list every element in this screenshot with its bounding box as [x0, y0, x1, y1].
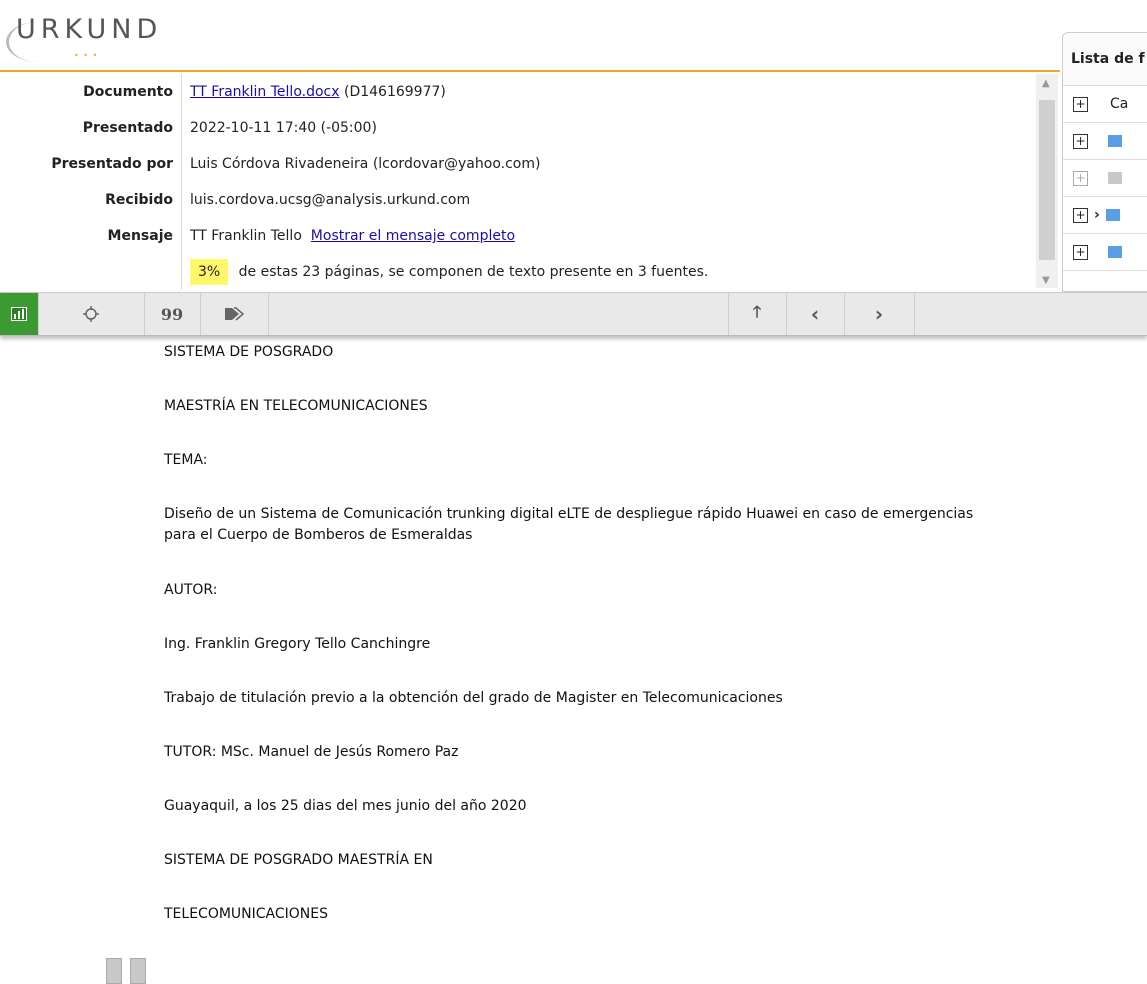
info-row-summary: 3% de estas 23 páginas, se componen de t… — [0, 254, 1036, 290]
info-row-submitted: Presentado 2022-10-11 17:40 (-05:00) — [0, 110, 1036, 146]
chevron-right-icon: › — [1094, 207, 1100, 223]
info-row-received: Recibido luis.cordova.ucsg@analysis.urku… — [0, 182, 1036, 218]
quote-icon-button[interactable]: 99 — [144, 293, 201, 335]
document-link[interactable]: TT Franklin Tello.docx — [190, 84, 340, 100]
info-value: Luis Córdova Rivadeneira (lcordovar@yaho… — [190, 156, 541, 172]
match-marker[interactable] — [130, 958, 146, 984]
info-scrollbar[interactable]: ▲ ▼ — [1036, 74, 1058, 288]
doc-paragraph: SISTEMA DE POSGRADO MAESTRÍA EN — [164, 852, 433, 868]
info-value: TT Franklin Tello.docx (D146169977) — [182, 84, 446, 100]
chevron-right-icon: › — [874, 302, 884, 326]
info-value: 2022-10-11 17:40 (-05:00) — [190, 120, 377, 136]
source-row[interactable]: + › — [1063, 197, 1147, 234]
doc-paragraph: Ing. Franklin Gregory Tello Canchingre — [164, 636, 431, 652]
logo: URKUND — [16, 14, 163, 45]
source-list-title: Lista de f — [1063, 33, 1147, 86]
info-label: Presentado — [0, 110, 182, 146]
message-text: TT Franklin Tello — [190, 228, 302, 244]
source-header-row: + Ca — [1063, 86, 1147, 123]
info-row-submitted-by: Presentado por Luis Córdova Rivadeneira … — [0, 146, 1036, 182]
expand-icon[interactable]: + — [1073, 133, 1088, 149]
info-row-document: Documento TT Franklin Tello.docx (D14616… — [0, 74, 1036, 110]
target-icon-button[interactable] — [38, 293, 145, 335]
doc-paragraph: MAESTRÍA EN TELECOMUNICACIONES — [164, 398, 428, 414]
doc-paragraph: Diseño de un Sistema de Comunicación tru… — [164, 506, 974, 543]
doc-paragraph: SISTEMA DE POSGRADO — [164, 344, 334, 360]
doc-paragraph: TUTOR: MSc. Manuel de Jesús Romero Paz — [164, 744, 459, 760]
arrow-up-icon: 🡑 — [752, 301, 762, 321]
header: URKUND • • • — [0, 0, 1060, 72]
match-marker[interactable] — [106, 958, 122, 984]
doc-paragraph: Trabajo de titulación previo a la obtenc… — [164, 690, 783, 706]
expand-icon[interactable]: + — [1073, 170, 1088, 186]
doc-paragraph: TEMA: — [164, 452, 208, 468]
expand-all-icon[interactable]: + — [1073, 96, 1088, 112]
doc-paragraph: Guayaquil, a los 25 dias del mes junio d… — [164, 798, 527, 814]
info-label: Presentado por — [0, 146, 182, 182]
info-value: TT Franklin Tello Mostrar el mensaje com… — [182, 228, 515, 244]
chart-icon-button[interactable] — [0, 293, 39, 335]
scroll-down-arrow-icon[interactable]: ▼ — [1042, 275, 1050, 286]
similarity-summary: de estas 23 páginas, se componen de text… — [238, 264, 709, 280]
logo-dots: • • • — [74, 51, 99, 60]
previous-button[interactable]: ‹ — [786, 293, 845, 335]
toolbar: 99 🡑 ‹ › — [0, 292, 1147, 336]
target-icon — [83, 306, 99, 322]
expand-icon[interactable]: + — [1073, 207, 1088, 223]
arrow-up-button[interactable]: 🡑 — [728, 293, 787, 335]
source-color-bar — [1108, 246, 1122, 258]
toolbar-spacer — [268, 293, 729, 335]
expand-icon[interactable]: + — [1073, 244, 1088, 260]
doc-paragraph: AUTOR: — [164, 582, 218, 598]
document-viewer: SISTEMA DE POSGRADO MAESTRÍA EN TELECOMU… — [0, 336, 1147, 984]
info-label-empty — [0, 254, 182, 290]
quote-icon: 99 — [160, 304, 184, 324]
scrollbar-thumb[interactable] — [1039, 100, 1055, 260]
doc-paragraph: TELECOMUNICACIONES — [164, 906, 329, 922]
chevron-left-icon: ‹ — [810, 302, 820, 326]
source-column-header: Ca — [1110, 96, 1129, 112]
info-value: 3% de estas 23 páginas, se componen de t… — [182, 259, 709, 285]
info-value: luis.cordova.ucsg@analysis.urkund.com — [190, 192, 471, 208]
next-button[interactable]: › — [844, 293, 915, 335]
chart-icon — [11, 307, 27, 321]
similarity-percentage: 3% — [190, 259, 229, 285]
show-full-message-link[interactable]: Mostrar el mensaje completo — [311, 228, 515, 244]
source-row[interactable]: + — [1063, 160, 1147, 197]
source-color-bar — [1108, 172, 1122, 184]
scroll-up-arrow-icon[interactable]: ▲ — [1042, 78, 1050, 89]
source-row[interactable]: + — [1063, 123, 1147, 160]
source-color-bar — [1105, 209, 1120, 221]
tags-icon — [225, 307, 244, 321]
document-id: (D146169977) — [343, 84, 446, 100]
source-color-bar — [1108, 135, 1122, 147]
document-info-panel: Documento TT Franklin Tello.docx (D14616… — [0, 74, 1036, 290]
info-label: Recibido — [0, 182, 182, 218]
source-list-panel: Lista de f + Ca + + + › + — [1062, 32, 1147, 292]
info-label: Documento — [0, 74, 182, 110]
source-row[interactable]: + — [1063, 234, 1147, 271]
info-label: Mensaje — [0, 218, 182, 254]
info-row-message: Mensaje TT Franklin Tello Mostrar el men… — [0, 218, 1036, 254]
tags-icon-button[interactable] — [200, 293, 269, 335]
